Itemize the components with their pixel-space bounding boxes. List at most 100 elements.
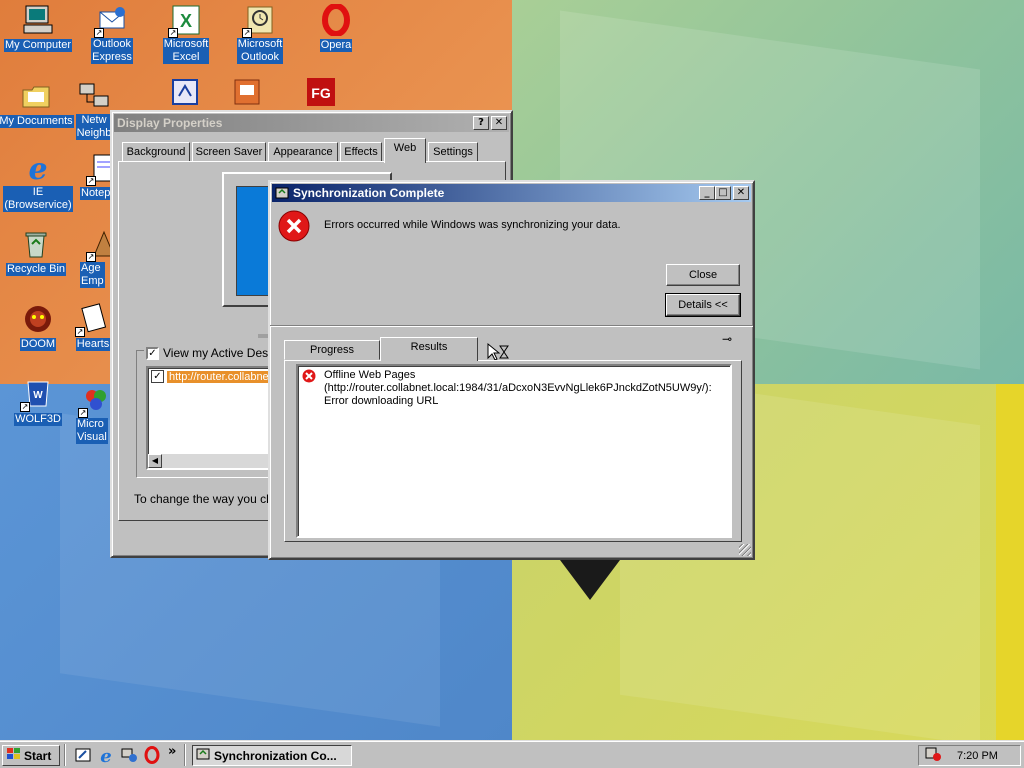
desktop-icon-wolf3d[interactable]: W ↗ WOLF3D [0,378,76,426]
list-item[interactable]: ✓ http://router.collabne [151,370,281,383]
close-dialog-button[interactable]: Close [666,264,740,286]
svg-text:e: e [28,152,47,184]
network-quicklaunch-icon[interactable] [120,746,138,764]
ie-icon: e [22,152,54,187]
window-title: Display Properties [117,116,223,130]
outlook-express-icon: ↗ [94,4,128,38]
wallpaper-stripe [996,384,1024,740]
desktop-icon-doom[interactable]: DOOM [0,303,76,351]
start-label: Start [24,748,52,763]
desktop-icon-recycle-bin[interactable]: Recycle Bin [0,228,74,276]
fg-app-icon: FG [305,76,337,108]
view-active-desktop-label: View my Active Deskto [163,346,285,360]
my-computer-icon [22,4,54,36]
doom-icon [22,303,54,335]
separator [270,325,753,327]
pin-icon[interactable]: ⊸ [722,332,732,346]
error-small-icon [302,369,318,385]
window-title: Synchronization Complete [293,186,445,200]
taskbar-separator [184,744,186,766]
result-title: Offline Web Pages [324,369,416,381]
desktop-icon-network[interactable]: Netw Neighb [74,80,114,140]
outlook-icon: ↗ [242,4,276,38]
desktop-icon-age-of-empires[interactable]: ↗ Age Emp [80,228,114,288]
opera-quicklaunch-icon[interactable] [143,746,161,764]
system-tray: 7:20 PM [918,745,1021,766]
tab-screen-saver[interactable]: Screen Saver [192,142,266,162]
sync-dialog-titlebar[interactable]: Synchronization Complete _ □ ✕ [272,184,751,202]
desktop-icon-notepad[interactable]: ↗ Notep [80,152,114,200]
tab-settings[interactable]: Settings [428,142,478,162]
svg-text:FG: FG [311,85,331,101]
details-button[interactable]: Details << [665,293,741,317]
error-icon [278,210,310,245]
horizontal-scrollbar[interactable]: ◀ [148,454,278,468]
desktop-icon-visual-studio[interactable]: ↗ Micro Visual [76,384,114,444]
desktop-icon-excel[interactable]: X ↗ Microsoft Excel [148,4,224,64]
quicklaunch-chevron[interactable]: » [168,744,176,759]
svg-text:e: e [100,746,111,764]
display-properties-titlebar[interactable]: Display Properties ? ✕ [114,114,509,132]
close-button[interactable]: ✕ [733,186,749,200]
desktop-icon-opera[interactable]: Opera [298,3,374,52]
view-active-desktop-row[interactable]: ✓ View my Active Deskto [144,346,287,360]
app-icon [169,76,201,108]
list-item-url: http://router.collabne [167,370,271,383]
tab-appearance[interactable]: Appearance [268,142,338,162]
list-item-checkbox[interactable]: ✓ [151,370,164,383]
wallpaper-shadow [560,560,620,600]
wolf3d-icon: W ↗ [20,378,54,412]
desktop-icon-ie[interactable]: e IE (Browservice) [0,152,76,212]
help-button[interactable]: ? [473,116,489,130]
desktop-items-list[interactable]: ✓ http://router.collabne ◀ [146,366,278,470]
windows-logo-icon [6,747,22,764]
footer-text: To change the way you click [134,492,284,506]
tab-results[interactable]: Results [380,337,478,361]
close-button[interactable]: ✕ [491,116,507,130]
resize-grip[interactable] [739,544,751,556]
visual-studio-icon: ↗ [78,384,112,418]
result-error: Error downloading URL [324,395,439,407]
sync-task-icon [196,747,210,764]
error-message: Errors occurred while Windows was synchr… [324,219,621,231]
maximize-button[interactable]: □ [715,186,731,200]
tab-web[interactable]: Web [384,138,426,163]
taskbar: Start e » Synchronization Co... 7:20 PM [0,740,1024,768]
view-active-desktop-checkbox[interactable]: ✓ [146,346,159,360]
svg-text:W: W [33,390,43,401]
scroll-left-icon[interactable]: ◀ [148,454,162,468]
taskbar-button-sync[interactable]: Synchronization Co... [192,745,352,766]
minimize-button[interactable]: _ [699,186,715,200]
task-label: Synchronization Co... [214,748,337,763]
result-entry: Offline Web Pages (http://router.collabn… [324,369,712,408]
svg-text:X: X [180,11,192,31]
result-url: (http://router.collabnet.local:1984/31/a… [324,382,712,394]
powerpoint-icon [231,76,263,108]
excel-icon: X ↗ [168,4,202,38]
tab-background[interactable]: Background [122,142,190,162]
show-desktop-icon[interactable] [74,746,92,764]
desktop-icon-outlook-express[interactable]: ↗ Outlook Express [74,4,150,64]
tab-effects[interactable]: Effects [340,142,382,162]
desktop-icon-hearts[interactable]: ↗ Hearts [72,303,114,351]
network-icon [78,80,110,112]
desktop-icon-my-documents[interactable]: My Documents [0,80,74,128]
results-list[interactable]: Offline Web Pages (http://router.collabn… [296,364,732,538]
desktop-icon-hidden-2[interactable] [224,76,270,110]
folder-icon [20,80,52,112]
sync-complete-dialog: Synchronization Complete _ □ ✕ Errors oc… [268,180,755,560]
desktop-icon-my-computer[interactable]: My Computer [0,4,76,52]
taskbar-separator [64,744,66,766]
tab-progress[interactable]: Progress [284,340,380,360]
desktop-icon-outlook[interactable]: ↗ Microsoft Outlook [222,4,298,64]
hearts-icon: ↗ [75,303,109,337]
clock[interactable]: 7:20 PM [957,750,998,762]
opera-icon [320,3,352,37]
sync-icon [275,186,289,200]
sync-tray-icon[interactable] [925,746,943,765]
recycle-bin-icon [20,228,52,260]
start-button[interactable]: Start [2,745,60,766]
desktop-icon-hidden-3[interactable]: FG [298,76,344,110]
ie-quicklaunch-icon[interactable]: e [97,746,115,767]
desktop-icon-hidden-1[interactable] [162,76,208,110]
